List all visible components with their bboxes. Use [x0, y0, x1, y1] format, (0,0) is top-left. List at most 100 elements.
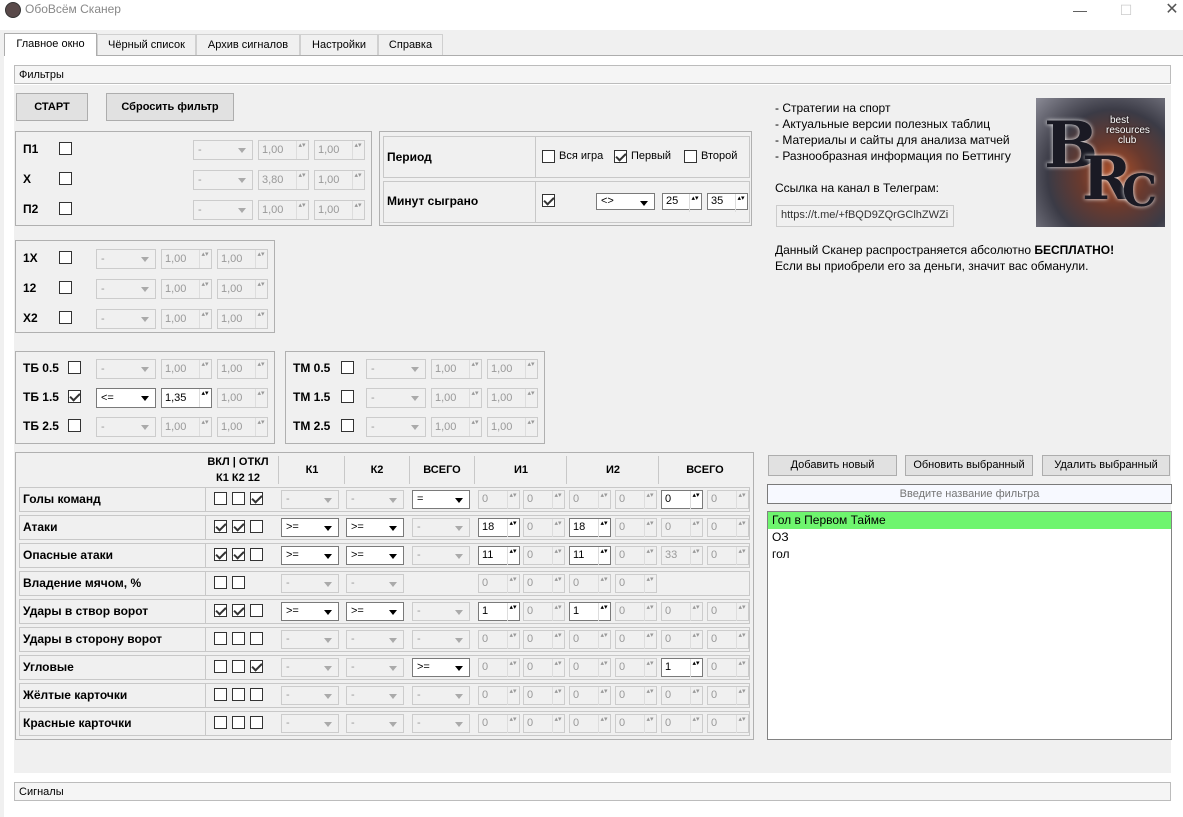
odds-checkbox[interactable]: [59, 311, 72, 324]
stat-checkbox[interactable]: [232, 576, 245, 589]
filter-list-item[interactable]: ОЗ: [768, 529, 1171, 546]
stat-value-spinner[interactable]: 0: [661, 518, 703, 537]
maximize-icon[interactable]: ☐: [1103, 0, 1149, 22]
stat-k2-operator[interactable]: -: [346, 714, 404, 733]
odds-value-to[interactable]: 1,00: [217, 279, 268, 299]
stat-value-spinner[interactable]: 0: [569, 630, 611, 649]
stat-checkbox[interactable]: [232, 492, 245, 505]
odds-operator-select[interactable]: -: [366, 359, 426, 379]
stat-value-spinner[interactable]: 0: [523, 574, 565, 593]
stat-checkbox[interactable]: [250, 604, 263, 617]
odds-operator-select[interactable]: -: [96, 309, 156, 329]
stat-total-operator[interactable]: -: [412, 602, 470, 621]
stat-k2-operator[interactable]: -: [346, 630, 404, 649]
stat-checkbox[interactable]: [232, 520, 245, 533]
stat-value-spinner[interactable]: 0: [478, 574, 520, 593]
odds-checkbox[interactable]: [341, 390, 354, 403]
stat-k1-operator[interactable]: -: [281, 630, 339, 649]
odds-checkbox[interactable]: [68, 419, 81, 432]
stat-checkbox[interactable]: [214, 716, 227, 729]
odds-value-from[interactable]: 1,00: [258, 200, 309, 220]
minutes-to-spinner[interactable]: 35: [707, 193, 748, 212]
stat-value-spinner[interactable]: 1: [478, 602, 520, 621]
odds-checkbox[interactable]: [59, 142, 72, 155]
stat-checkbox[interactable]: [214, 492, 227, 505]
stat-value-spinner[interactable]: 0: [707, 714, 749, 733]
stat-k1-operator[interactable]: -: [281, 574, 339, 593]
odds-value-from[interactable]: 1,00: [431, 359, 482, 379]
odds-value-from[interactable]: 3,80: [258, 170, 309, 190]
odds-operator-select[interactable]: -: [366, 388, 426, 408]
odds-value-to[interactable]: 1,00: [217, 249, 268, 269]
odds-value-to[interactable]: 1,00: [217, 388, 268, 408]
stat-checkbox[interactable]: [250, 492, 263, 505]
minimize-icon[interactable]: —: [1057, 0, 1103, 22]
stat-value-spinner[interactable]: 0: [615, 574, 657, 593]
stat-value-spinner[interactable]: 33: [661, 546, 703, 565]
odds-checkbox[interactable]: [59, 281, 72, 294]
odds-checkbox[interactable]: [59, 172, 72, 185]
stat-checkbox[interactable]: [250, 520, 263, 533]
period-option-checkbox[interactable]: [542, 150, 555, 163]
stat-k2-operator[interactable]: -: [346, 686, 404, 705]
stat-checkbox[interactable]: [232, 604, 245, 617]
stat-value-spinner[interactable]: 0: [523, 714, 565, 733]
stat-checkbox[interactable]: [214, 632, 227, 645]
odds-value-to[interactable]: 1,00: [487, 359, 538, 379]
filters-list[interactable]: Гол в Первом Тайме ОЗ гол: [767, 511, 1172, 740]
odds-value-from[interactable]: 1,00: [161, 359, 212, 379]
stat-value-spinner[interactable]: 0: [707, 546, 749, 565]
stat-checkbox[interactable]: [250, 632, 263, 645]
stat-value-spinner[interactable]: 0: [615, 630, 657, 649]
tab-signals-archive[interactable]: Архив сигналов: [196, 34, 300, 56]
stat-value-spinner[interactable]: 0: [615, 518, 657, 537]
stat-checkbox[interactable]: [250, 716, 263, 729]
tab-settings[interactable]: Настройки: [300, 34, 378, 56]
stat-value-spinner[interactable]: 0: [615, 546, 657, 565]
stat-value-spinner[interactable]: 0: [478, 490, 520, 509]
stat-value-spinner[interactable]: 18: [569, 518, 611, 537]
odds-value-to[interactable]: 1,00: [314, 140, 365, 160]
stat-value-spinner[interactable]: 18: [478, 518, 520, 537]
stat-value-spinner[interactable]: 0: [661, 686, 703, 705]
stat-value-spinner[interactable]: 0: [569, 714, 611, 733]
stat-value-spinner[interactable]: 0: [523, 658, 565, 677]
update-filter-button[interactable]: Обновить выбранный: [905, 455, 1033, 476]
stat-k1-operator[interactable]: -: [281, 658, 339, 677]
stat-value-spinner[interactable]: 0: [523, 490, 565, 509]
stat-value-spinner[interactable]: 0: [569, 574, 611, 593]
stat-k2-operator[interactable]: -: [346, 490, 404, 509]
stat-value-spinner[interactable]: 0: [615, 602, 657, 621]
stat-value-spinner[interactable]: 0: [661, 490, 703, 509]
stat-value-spinner[interactable]: 0: [615, 714, 657, 733]
stat-checkbox[interactable]: [250, 660, 263, 673]
stat-value-spinner[interactable]: 0: [707, 602, 749, 621]
odds-operator-select[interactable]: -: [193, 200, 253, 220]
stat-value-spinner[interactable]: 0: [615, 658, 657, 677]
odds-checkbox[interactable]: [341, 419, 354, 432]
odds-value-to[interactable]: 1,00: [314, 200, 365, 220]
stat-value-spinner[interactable]: 0: [661, 602, 703, 621]
stat-k2-operator[interactable]: -: [346, 658, 404, 677]
odds-value-from[interactable]: 1,00: [431, 417, 482, 437]
stat-value-spinner[interactable]: 1: [569, 602, 611, 621]
stat-checkbox[interactable]: [250, 548, 263, 561]
filters-panel-header[interactable]: Фильтры: [14, 65, 1171, 84]
stat-value-spinner[interactable]: 0: [661, 630, 703, 649]
stat-total-operator[interactable]: -: [412, 518, 470, 537]
delete-filter-button[interactable]: Удалить выбранный: [1042, 455, 1170, 476]
odds-operator-select[interactable]: -: [96, 249, 156, 269]
stat-k2-operator[interactable]: -: [346, 574, 404, 593]
stat-checkbox[interactable]: [232, 688, 245, 701]
stat-value-spinner[interactable]: 0: [478, 714, 520, 733]
odds-checkbox[interactable]: [59, 251, 72, 264]
stat-total-operator[interactable]: >=: [412, 658, 470, 677]
stat-k1-operator[interactable]: >=: [281, 602, 339, 621]
stat-total-operator[interactable]: -: [412, 686, 470, 705]
odds-checkbox[interactable]: [341, 361, 354, 374]
odds-checkbox[interactable]: [59, 202, 72, 215]
stat-value-spinner[interactable]: 0: [707, 518, 749, 537]
stat-value-spinner[interactable]: 0: [615, 490, 657, 509]
stat-value-spinner[interactable]: 0: [707, 630, 749, 649]
odds-value-to[interactable]: 1,00: [487, 388, 538, 408]
